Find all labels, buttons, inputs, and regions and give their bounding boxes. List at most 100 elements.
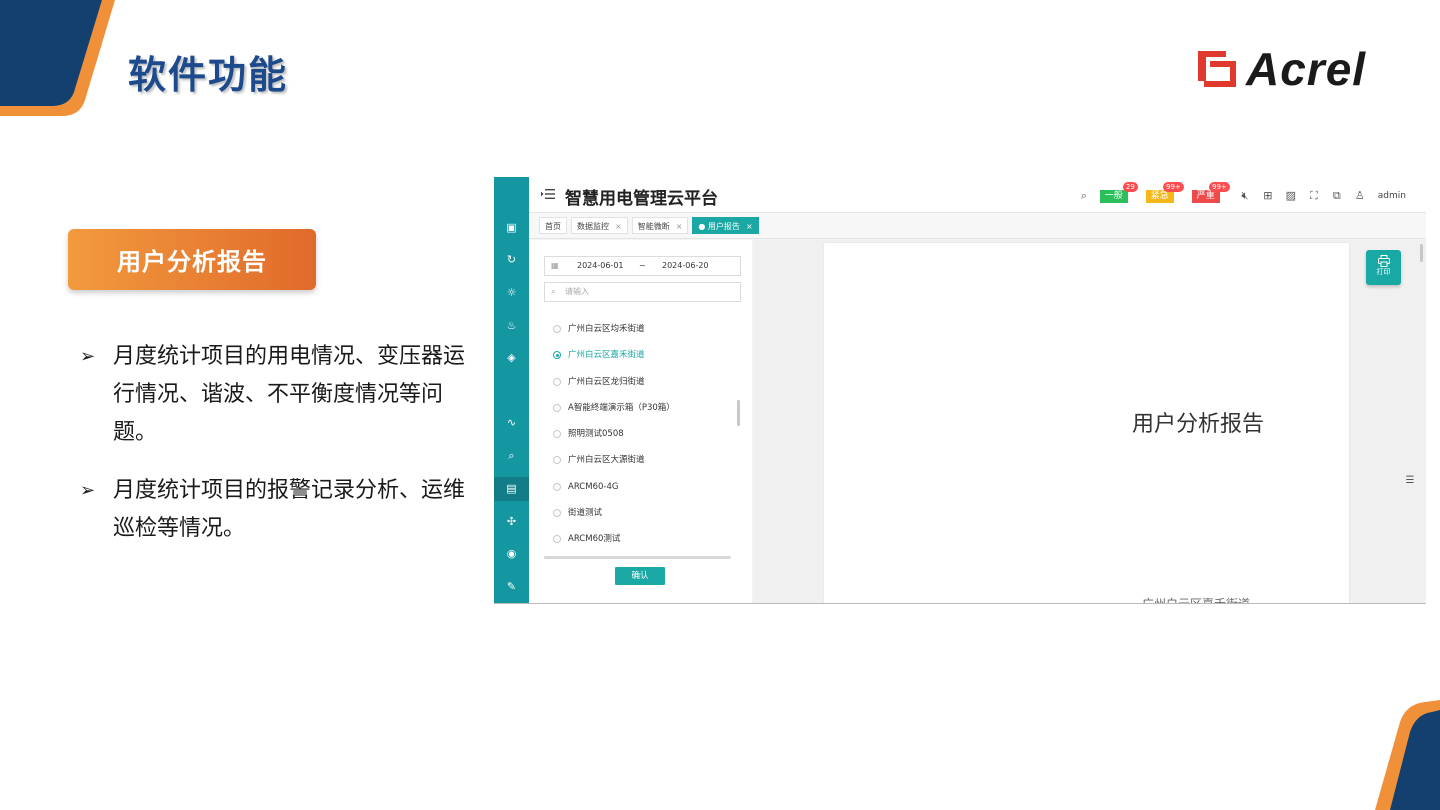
start-date[interactable]: 2024-06-01 <box>577 257 624 275</box>
radio-button[interactable] <box>553 403 561 412</box>
list-vertical-scrollbar[interactable] <box>737 400 740 426</box>
list-item[interactable]: ARCM60-4G <box>544 474 731 500</box>
theme-shirt-icon[interactable]: ♙ <box>1353 189 1367 203</box>
alert-count: 99+ <box>1163 181 1184 192</box>
side-rail: ▣ ↻ ☼ ♨ ◈ ∿ ⌕ ▤ ✣ ◉ ✎ <box>494 177 529 603</box>
alert-label: 严重 <box>1196 190 1215 201</box>
tab-close-icon[interactable]: × <box>615 222 622 231</box>
tab-smart-breaker[interactable]: 智能微断 × <box>631 217 689 234</box>
tab-close-icon[interactable]: × <box>676 222 683 231</box>
report-subtitle: 广州白云区嘉禾街道 <box>1142 597 1251 604</box>
tab-close-icon[interactable]: × <box>746 222 753 231</box>
calendar-icon: ▦ <box>551 261 559 270</box>
radio-button[interactable] <box>553 535 561 544</box>
list-item-partial <box>544 306 731 316</box>
project-name: 照明测试0508 <box>568 429 624 440</box>
header-toolbar: ⌕ 一般 29 紧急 99+ 严重 99+ 🔇︎ ⊞ ▨ ⛶ ⧉ ♙ admin <box>1077 181 1406 205</box>
confirm-button[interactable]: 确认 <box>615 567 665 585</box>
report-page: 用户分析报告 广州白云区嘉禾街道 <box>824 243 1349 604</box>
bulb-icon[interactable]: ☼ <box>505 286 518 299</box>
bullet-list: ➢ 月度统计项目的用电情况、变压器运行情况、谐波、不平衡度情况等问题。 ➢ 月度统计… <box>80 338 480 568</box>
list-item[interactable]: 广州白云区龙归街道 <box>544 369 731 395</box>
report-title: 用户分析报告 <box>1132 412 1265 437</box>
bullet-arrow-icon: ➢ <box>80 480 96 501</box>
project-name: A智能终端演示箱（P30箱） <box>568 402 675 413</box>
project-list[interactable]: 广州白云区均禾街道 广州白云区嘉禾街道 广州白云区龙归街道 A智能终端演示箱（P… <box>544 306 731 556</box>
corner-decoration-bottom-right <box>1375 700 1440 810</box>
slide-title: 软件功能 <box>128 53 289 97</box>
top-bar: 智慧用电管理云平台 ⌕ 一般 29 紧急 99+ 严重 99+ 🔇︎ ⊞ ▨ ⛶ ⧉ … <box>529 177 1426 213</box>
tab-bar: 首页 数据监控 × 智能微断 × ● 用户报告 × <box>529 213 1426 239</box>
print-button[interactable]: 打印 <box>1366 250 1401 285</box>
alert-count: 29 <box>1122 181 1138 192</box>
user-name[interactable]: admin <box>1378 191 1406 201</box>
logo-text: Acrel <box>1246 43 1367 95</box>
report-icon[interactable]: ▤ <box>505 482 518 495</box>
tab-data-monitor[interactable]: 数据监控 × <box>571 217 628 234</box>
radio-button[interactable] <box>553 430 561 439</box>
project-name: ARCM60-4G <box>568 481 619 492</box>
bullet-item: ➢ 月度统计项目的用电情况、变压器运行情况、谐波、不平衡度情况等问题。 <box>80 338 480 452</box>
layers-icon[interactable]: ◈ <box>505 351 518 364</box>
alert-label: 一般 <box>1104 190 1123 201</box>
search-placeholder: 请输入 <box>565 287 589 296</box>
alert-count: 99+ <box>1209 181 1230 192</box>
alert-badge-general[interactable]: 一般 29 <box>1099 181 1138 203</box>
project-name: 广州白云区均禾街道 <box>568 324 645 334</box>
tab-label: ● 用户报告 <box>698 222 740 231</box>
search-icon[interactable]: ⌕ <box>505 449 518 462</box>
wave-icon[interactable]: ∿ <box>505 416 518 429</box>
menu-toggle-icon[interactable] <box>541 188 555 200</box>
acrel-logo-icon <box>1198 51 1236 87</box>
project-filter-panel: ▦ 2024-06-01 ~ 2024-06-20 ⌕ 请输入 广州白云区均禾街… <box>529 240 752 603</box>
alert-badge-severe[interactable]: 严重 99+ <box>1191 181 1230 203</box>
mute-icon[interactable]: 🔇︎ <box>1238 189 1252 203</box>
bullet-text: 月度统计项目的报警记录分析、运维巡检等情况。 <box>113 478 466 541</box>
radio-button[interactable] <box>553 325 561 333</box>
radio-button[interactable] <box>553 482 561 491</box>
bullet-text: 月度统计项目的用电情况、变压器运行情况、谐波、不平衡度情况等问题。 <box>113 344 466 445</box>
fire-icon[interactable]: ♨ <box>505 319 518 332</box>
date-range-picker[interactable]: ▦ 2024-06-01 ~ 2024-06-20 <box>544 256 741 276</box>
list-horizontal-scrollbar[interactable] <box>544 556 731 559</box>
app-title: 智慧用电管理云平台 <box>565 189 718 209</box>
dashboard-icon[interactable]: ▣ <box>505 221 518 234</box>
settings-sliders-icon[interactable]: ☰ <box>1403 475 1417 489</box>
refresh-icon[interactable]: ↻ <box>505 253 518 266</box>
project-name: 广州白云区大源街道 <box>568 455 645 466</box>
report-viewer: 用户分析报告 广州白云区嘉禾街道 打印 ☰ <box>753 240 1426 604</box>
printer-icon <box>1377 255 1390 267</box>
list-item[interactable]: A智能终端演示箱（P30箱） <box>544 395 731 421</box>
alert-badge-urgent[interactable]: 紧急 99+ <box>1145 181 1184 203</box>
network-icon[interactable]: ✣ <box>505 515 518 528</box>
tab-user-report[interactable]: ● 用户报告 × <box>692 217 759 234</box>
radio-button[interactable] <box>553 456 561 465</box>
list-item[interactable]: 广州白云区大源街道 <box>544 447 731 473</box>
section-badge: 用户分析报告 <box>68 229 316 290</box>
list-item[interactable]: 街道测试 <box>544 500 731 526</box>
viewer-scrollbar[interactable] <box>1420 244 1423 262</box>
project-name: 广州白云区龙归街道 <box>568 376 645 387</box>
tab-home[interactable]: 首页 <box>539 217 567 234</box>
corner-decoration-top-left <box>0 0 115 116</box>
end-date[interactable]: 2024-06-20 <box>662 257 709 275</box>
fullscreen-icon[interactable]: ⛶ <box>1307 189 1321 203</box>
edit-icon[interactable]: ✎ <box>505 580 518 593</box>
search-icon[interactable]: ⌕ <box>1077 189 1091 203</box>
translate-icon[interactable]: ⧉ <box>1330 189 1344 203</box>
project-name: 街道测试 <box>568 508 603 519</box>
radio-button[interactable] <box>553 377 561 386</box>
image-icon[interactable]: ▨ <box>1284 189 1298 203</box>
project-search-input[interactable]: ⌕ 请输入 <box>544 282 741 302</box>
list-item[interactable]: 照明测试0508 <box>544 421 731 447</box>
radio-button[interactable] <box>553 509 561 518</box>
list-item[interactable]: 广州白云区嘉禾街道 <box>544 342 731 368</box>
tab-label: 智能微断 <box>637 222 670 231</box>
list-item[interactable]: 广州白云区均禾街道 <box>544 316 731 342</box>
alert-label: 紧急 <box>1150 190 1169 201</box>
search-icon: ⌕ <box>551 287 557 297</box>
list-item[interactable]: ARCM60测试 <box>544 526 731 552</box>
radio-button[interactable] <box>553 351 561 360</box>
target-icon[interactable]: ◉ <box>505 547 518 560</box>
grid-icon[interactable]: ⊞ <box>1261 189 1275 203</box>
